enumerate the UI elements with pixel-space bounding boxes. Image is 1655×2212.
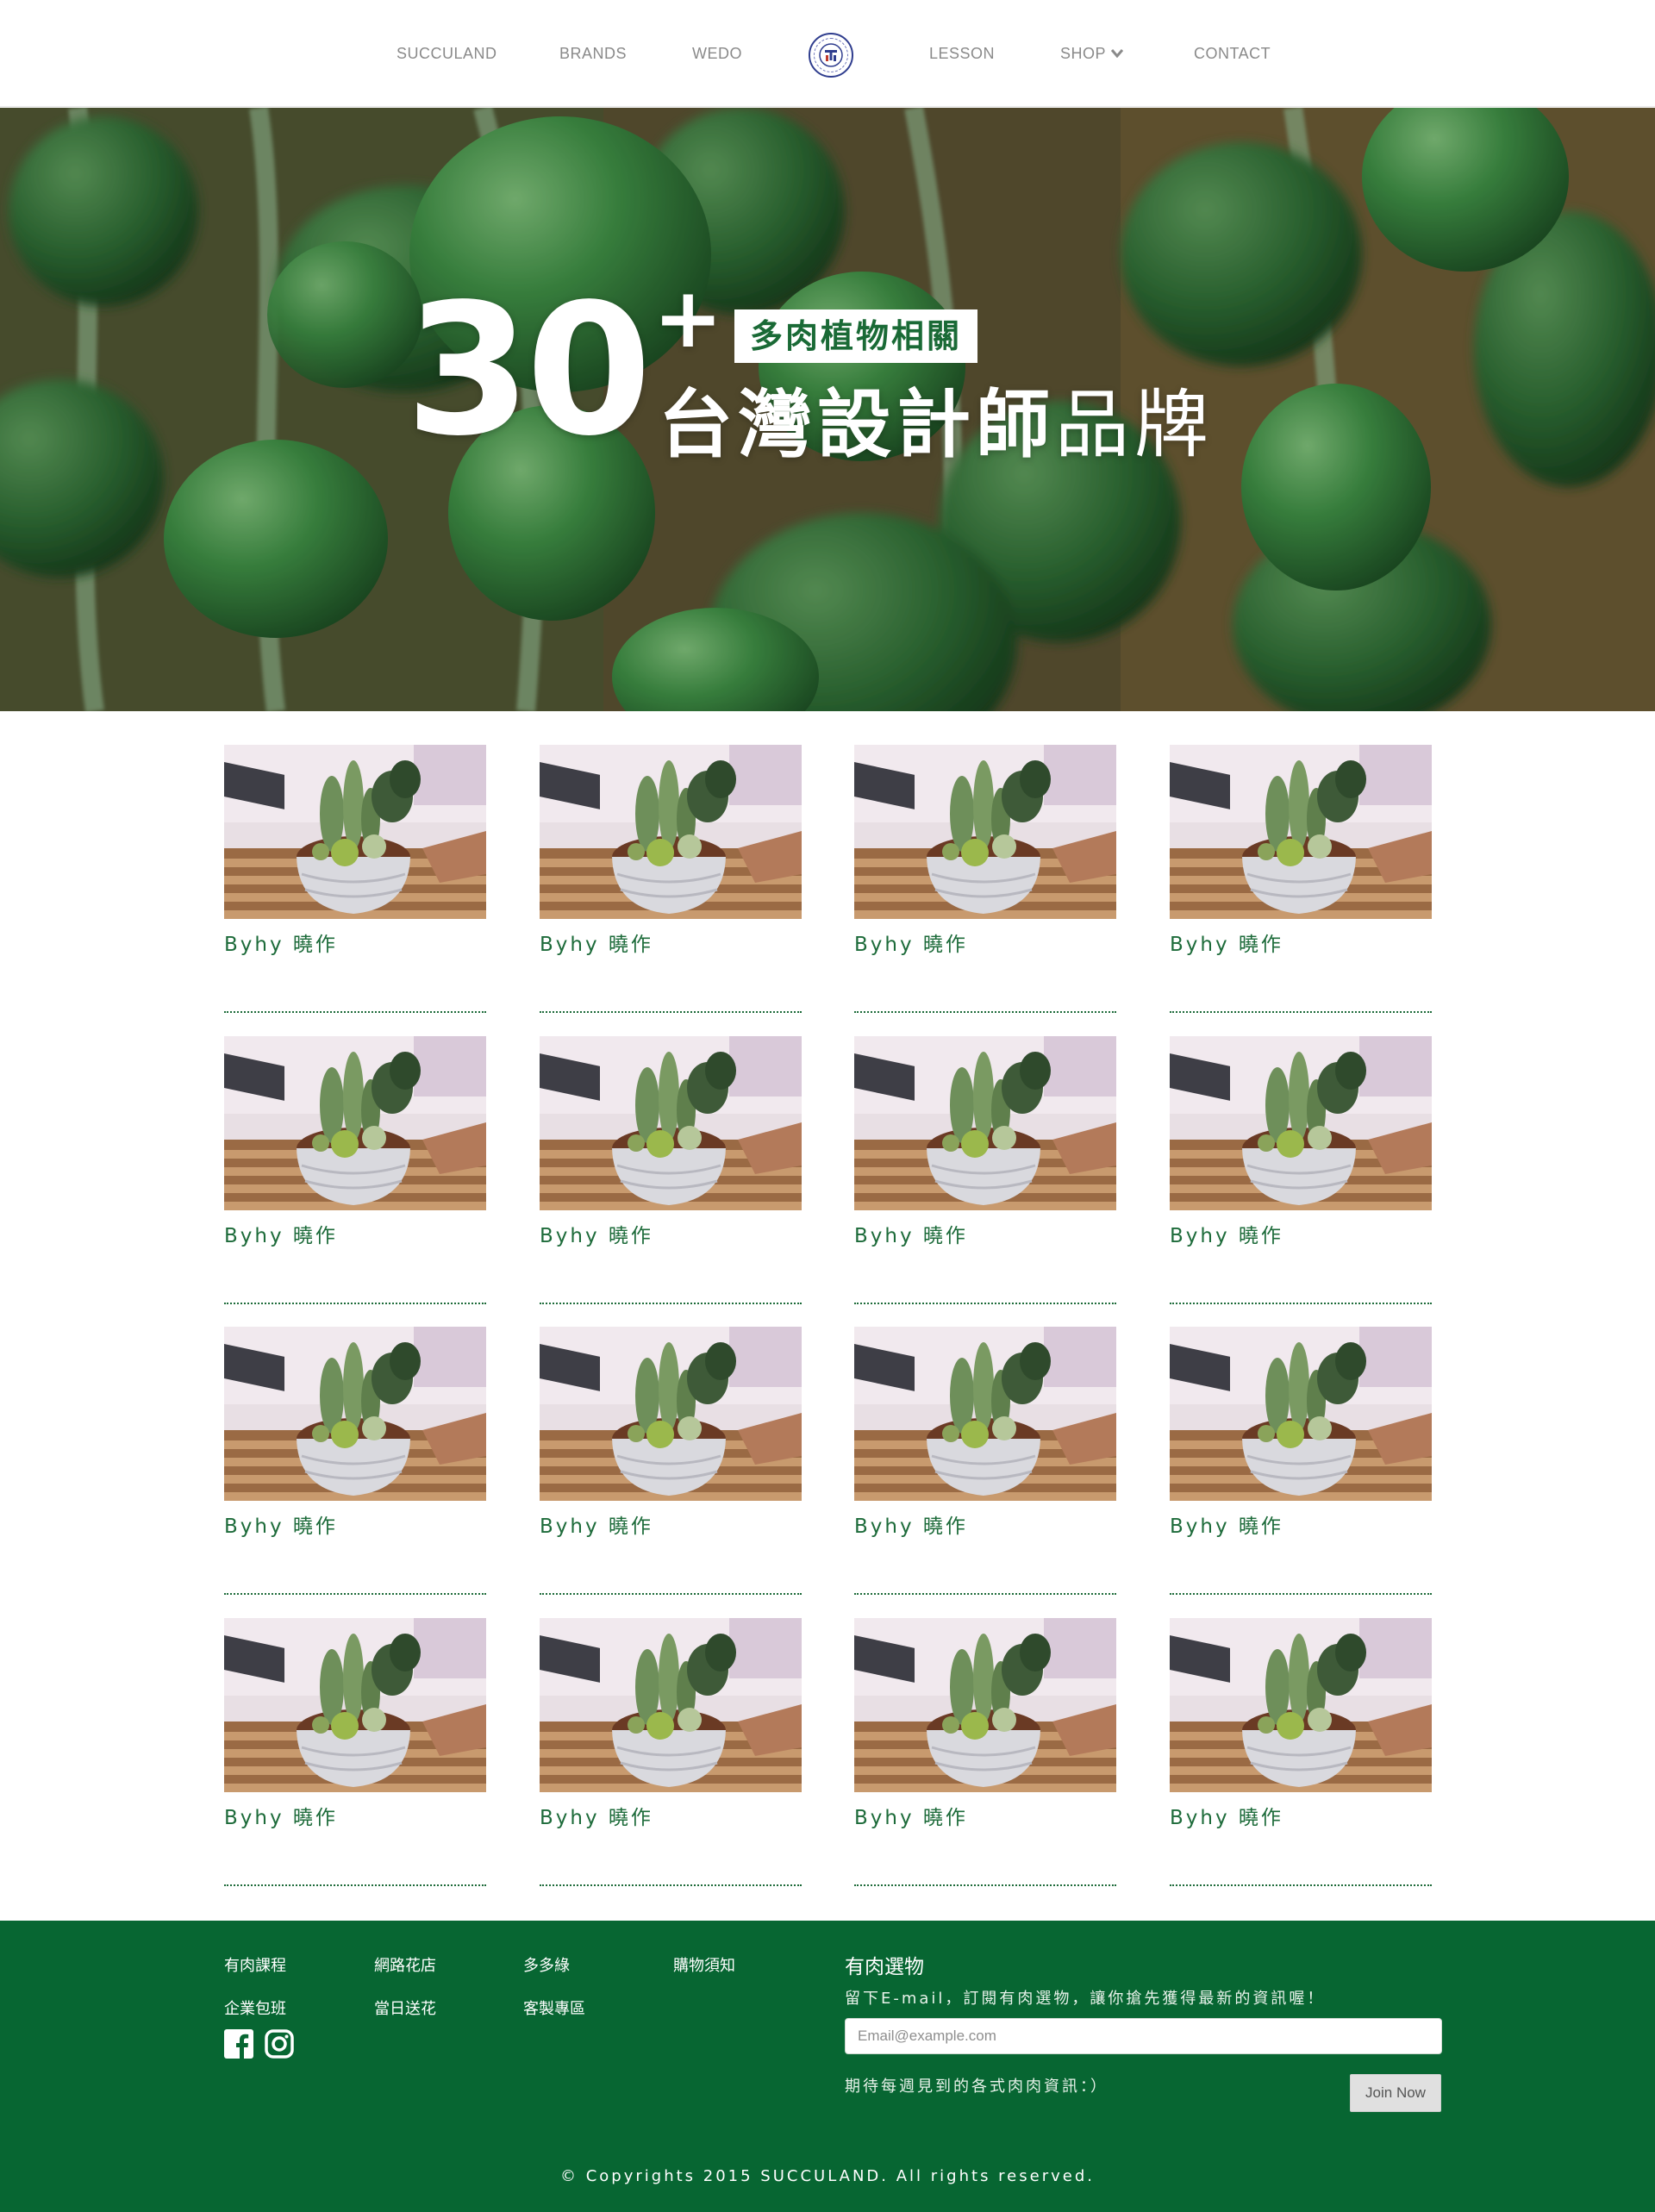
brand-card-image[interactable] <box>854 1327 1116 1501</box>
copyright-text: © Copyrights 2015 SUCCULAND. All rights … <box>560 2167 1095 2185</box>
hero-badge: 多肉植物相關 <box>734 309 978 363</box>
site-footer: 有肉課程 網路花店 多多綠 購物須知 企業包班 當日送花 客製專區 有肉選物 留… <box>0 1921 1655 2212</box>
brand-card-image[interactable] <box>540 1618 802 1792</box>
hero-banner: 30 + 多肉植物相關 台灣設計師品牌 <box>0 108 1655 711</box>
brand-card-title[interactable]: Byhy 曉作 <box>854 928 968 957</box>
brand-card-title[interactable]: Byhy 曉作 <box>854 1801 968 1830</box>
brand-card-image[interactable] <box>1170 1618 1432 1792</box>
brand-logo-icon[interactable] <box>809 33 853 78</box>
brand-card-divider <box>224 1303 486 1304</box>
newsletter-description: 留下E-mail，訂閱有肉選物，讓你搶先獲得最新的資訊喔！ <box>845 1990 1326 2008</box>
email-input[interactable] <box>845 2018 1442 2054</box>
chevron-down-icon <box>1110 45 1124 62</box>
brand-card-divider <box>1170 1593 1432 1595</box>
brand-card-image[interactable] <box>854 1036 1116 1210</box>
brand-card-image[interactable] <box>540 1036 802 1210</box>
brand-card[interactable]: Byhy 曉作 <box>1170 1618 1432 1886</box>
nav-item-shop-label: SHOP <box>1060 45 1107 62</box>
footer-link-duoduolu[interactable]: 多多綠 <box>523 1953 570 1976</box>
brand-card-divider <box>224 1884 486 1886</box>
top-navigation: SUCCULAND BRANDS WEDO LESSON SHOP CONTAC… <box>0 0 1655 107</box>
brand-card-image[interactable] <box>854 745 1116 919</box>
brand-card-title[interactable]: Byhy 曉作 <box>224 928 338 957</box>
footer-link-shopping-info[interactable]: 購物須知 <box>673 1953 735 1976</box>
brand-card-title[interactable]: Byhy 曉作 <box>1170 1509 1283 1539</box>
brand-card-image[interactable] <box>540 1327 802 1501</box>
brand-card-title[interactable]: Byhy 曉作 <box>1170 928 1283 957</box>
brand-card[interactable]: Byhy 曉作 <box>854 1036 1116 1304</box>
brand-card-divider <box>540 1303 802 1304</box>
brand-card-image[interactable] <box>854 1618 1116 1792</box>
instagram-icon[interactable] <box>265 2029 294 2059</box>
hero-headline-bold: 台灣設計師 <box>659 382 1055 468</box>
brand-card-title[interactable]: Byhy 曉作 <box>224 1801 338 1830</box>
brand-card-title[interactable]: Byhy 曉作 <box>540 1219 653 1248</box>
brand-card-image[interactable] <box>224 745 486 919</box>
hero-plus-sign: + <box>653 270 723 366</box>
brand-card-image[interactable] <box>540 745 802 919</box>
brand-card[interactable]: Byhy 曉作 <box>540 1036 802 1304</box>
nav-item-shop[interactable]: SHOP <box>1060 45 1124 63</box>
brand-card[interactable]: Byhy 曉作 <box>854 1327 1116 1595</box>
brand-card[interactable]: Byhy 曉作 <box>224 1036 486 1304</box>
brand-card-image[interactable] <box>1170 1327 1432 1501</box>
brand-card-divider <box>854 1884 1116 1886</box>
brand-card[interactable]: Byhy 曉作 <box>1170 1036 1432 1304</box>
brand-card[interactable]: Byhy 曉作 <box>540 1327 802 1595</box>
newsletter-title: 有肉選物 <box>845 1956 924 1978</box>
brand-card[interactable]: Byhy 曉作 <box>540 1618 802 1886</box>
facebook-icon[interactable] <box>224 2029 253 2059</box>
brand-card-divider <box>540 1884 802 1886</box>
brand-card-divider <box>224 1011 486 1013</box>
seal-logo-icon <box>814 38 848 72</box>
brand-card-divider <box>224 1593 486 1595</box>
brand-card[interactable]: Byhy 曉作 <box>224 1618 486 1886</box>
brand-card-divider <box>854 1593 1116 1595</box>
brand-card-image[interactable] <box>1170 745 1432 919</box>
join-now-button[interactable]: Join Now <box>1350 2074 1441 2112</box>
footer-link-same-day-delivery[interactable]: 當日送花 <box>374 1996 436 2019</box>
brand-card-title[interactable]: Byhy 曉作 <box>540 1509 653 1539</box>
brand-card-divider <box>540 1593 802 1595</box>
brand-card[interactable]: Byhy 曉作 <box>854 1618 1116 1886</box>
seal-logo-mark <box>819 43 843 67</box>
brand-card-title[interactable]: Byhy 曉作 <box>224 1509 338 1539</box>
brand-card[interactable]: Byhy 曉作 <box>854 745 1116 1013</box>
footer-link-courses[interactable]: 有肉課程 <box>224 1953 286 1976</box>
brand-card-title[interactable]: Byhy 曉作 <box>854 1509 968 1539</box>
brand-card-divider <box>1170 1011 1432 1013</box>
brand-card-title[interactable]: Byhy 曉作 <box>1170 1801 1283 1830</box>
brand-card-title[interactable]: Byhy 曉作 <box>1170 1219 1283 1248</box>
brand-card[interactable]: Byhy 曉作 <box>1170 1327 1432 1595</box>
brand-card-divider <box>854 1011 1116 1013</box>
brand-card-divider <box>540 1011 802 1013</box>
footer-link-online-florist[interactable]: 網路花店 <box>374 1953 436 1976</box>
nav-item-succuland[interactable]: SUCCULAND <box>397 45 497 62</box>
brand-card-title[interactable]: Byhy 曉作 <box>854 1219 968 1248</box>
nav-item-brands[interactable]: BRANDS <box>559 45 627 62</box>
brand-card[interactable]: Byhy 曉作 <box>224 1327 486 1595</box>
brand-card-divider <box>854 1303 1116 1304</box>
brand-card-image[interactable] <box>224 1618 486 1792</box>
hero-number: 30 <box>405 265 652 476</box>
brand-card-divider <box>1170 1303 1432 1304</box>
nav-item-wedo[interactable]: WEDO <box>692 45 742 62</box>
footer-link-custom-zone[interactable]: 客製專區 <box>523 1996 585 2019</box>
newsletter-note: 期待每週見到的各式肉肉資訊：） <box>845 2078 1109 2096</box>
brand-card-image[interactable] <box>1170 1036 1432 1210</box>
brand-card[interactable]: Byhy 曉作 <box>224 745 486 1013</box>
brand-card-divider <box>1170 1884 1432 1886</box>
footer-link-corporate-class[interactable]: 企業包班 <box>224 1996 286 2019</box>
hero-headline-light: 品牌 <box>1055 382 1214 468</box>
brand-card-title[interactable]: Byhy 曉作 <box>540 1801 653 1830</box>
brand-card-title[interactable]: Byhy 曉作 <box>540 928 653 957</box>
nav-item-lesson[interactable]: LESSON <box>929 45 995 62</box>
brand-card[interactable]: Byhy 曉作 <box>1170 745 1432 1013</box>
brand-card-title[interactable]: Byhy 曉作 <box>224 1219 338 1248</box>
nav-item-contact[interactable]: CONTACT <box>1194 45 1271 62</box>
brand-card[interactable]: Byhy 曉作 <box>540 745 802 1013</box>
hero-headline: 台灣設計師品牌 <box>659 382 1214 468</box>
brand-card-image[interactable] <box>224 1327 486 1501</box>
brand-card-image[interactable] <box>224 1036 486 1210</box>
